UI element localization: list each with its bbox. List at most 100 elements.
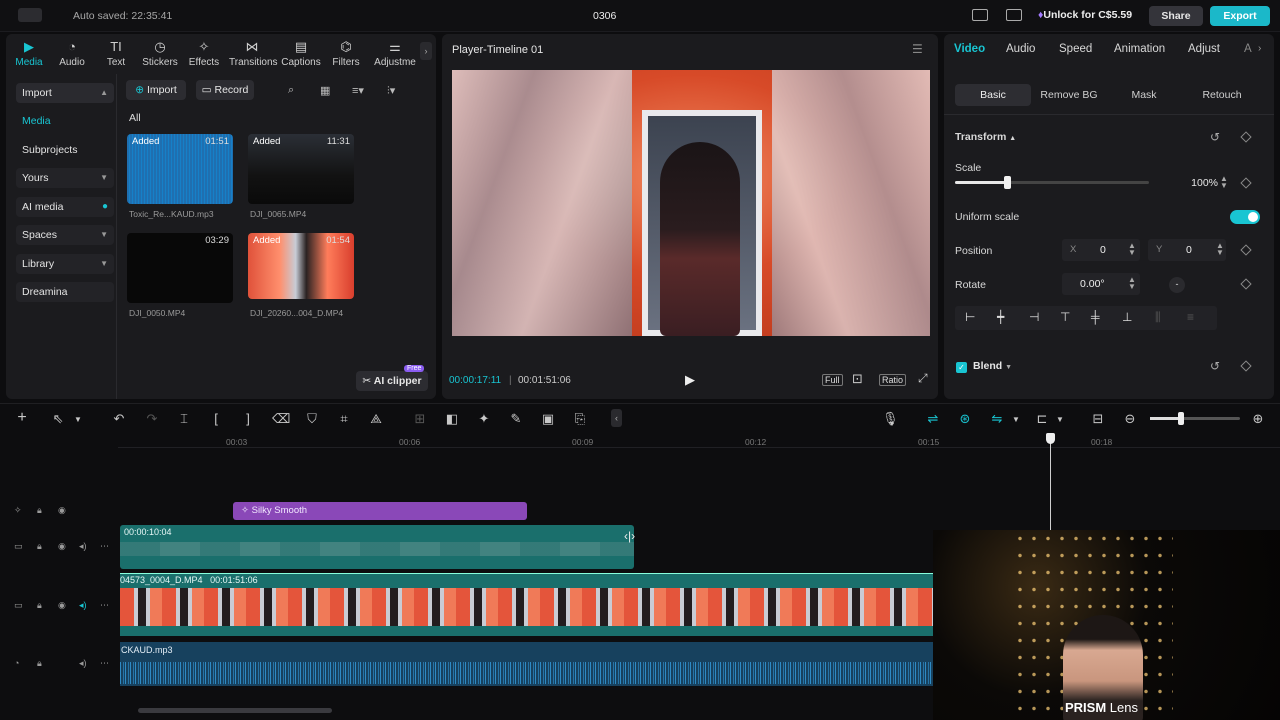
scale-stepper-icon[interactable]: ▲ ▼ xyxy=(1220,175,1228,190)
rotate-stepper-icon[interactable]: ▲ ▼ xyxy=(1128,276,1136,291)
media-clip-thumbnail[interactable]: 03:29 xyxy=(127,233,233,303)
align-bottom-icon[interactable]: ⊥ xyxy=(1122,310,1132,324)
volume-icon[interactable]: ◂) xyxy=(79,541,87,552)
filter-all-tab[interactable]: All xyxy=(129,112,141,124)
link-icon[interactable]: ⇌ xyxy=(925,411,941,427)
tab-adjust[interactable]: Adjust xyxy=(1188,43,1220,55)
lock-icon[interactable]: 🔒︎ xyxy=(37,541,42,552)
delete-icon[interactable]: ⌫ xyxy=(272,411,290,427)
audio-clip[interactable]: CKAUD.mp3 xyxy=(120,642,933,686)
tab-video[interactable]: Video xyxy=(954,43,985,55)
play-icon[interactable]: ▶ xyxy=(685,372,695,388)
y-stepper-icon[interactable]: ▲ ▼ xyxy=(1216,242,1224,257)
playhead-handle[interactable] xyxy=(1046,433,1055,444)
timeline-horizontal-scrollbar[interactable] xyxy=(138,708,332,713)
toolbar-effects[interactable]: ✧ Effects xyxy=(181,39,227,68)
scale-slider-handle[interactable] xyxy=(1004,176,1012,189)
unlock-button[interactable]: ♦Unlock for C$5.59 xyxy=(1038,9,1132,21)
sidebar-item-spaces[interactable]: Spaces ▼ xyxy=(16,225,114,245)
blend-checkbox[interactable]: ✓ xyxy=(956,362,967,373)
caption-tool-icon[interactable]: ▣ xyxy=(540,411,556,427)
add-track-icon[interactable]: + xyxy=(14,409,30,427)
eye-icon[interactable]: ◉ xyxy=(58,541,66,552)
sidebar-item-yours[interactable]: Yours ▼ xyxy=(16,168,114,188)
align-right-icon[interactable]: ⊣ xyxy=(1029,310,1039,324)
rotate-dial[interactable]: - xyxy=(1169,277,1185,293)
x-stepper-icon[interactable]: ▲ ▼ xyxy=(1128,242,1136,257)
layout-icon[interactable] xyxy=(972,9,988,21)
lock-icon[interactable]: 🔒︎ xyxy=(37,505,42,516)
player-menu-icon[interactable]: ☰ xyxy=(912,42,923,56)
split-icon[interactable]: ⌶ xyxy=(176,411,192,427)
magic-icon[interactable]: ✎ xyxy=(508,411,524,427)
eye-icon[interactable]: ◉ xyxy=(58,505,66,516)
full-button[interactable]: Full xyxy=(822,374,843,386)
ai-effect-icon[interactable]: ✦ xyxy=(476,411,492,427)
more-icon[interactable]: ⋯ xyxy=(100,541,109,552)
toolbar-captions[interactable]: ▤ Captions xyxy=(278,39,324,68)
toolbar-media[interactable]: ▶ Media xyxy=(6,39,52,68)
transform-section-title[interactable]: Transform ▲ xyxy=(955,131,1016,143)
tabs-scroll-icon[interactable]: › xyxy=(1258,43,1261,54)
align-left-icon[interactable]: ⊢ xyxy=(965,310,975,324)
lock-icon[interactable]: 🔒︎ xyxy=(37,658,42,669)
project-title[interactable]: 0306 xyxy=(593,10,616,22)
toolbar-text[interactable]: TI Text xyxy=(93,39,139,68)
reset-blend-icon[interactable]: ↺ xyxy=(1210,359,1220,373)
rotate-field[interactable]: 0.00° ▲ ▼ xyxy=(1062,273,1140,295)
fullscreen-icon[interactable]: ⤢ xyxy=(918,371,928,386)
collapse-toolbar-icon[interactable]: ‹ xyxy=(611,409,622,427)
undo-icon[interactable]: ↶ xyxy=(111,411,127,427)
video-preview[interactable] xyxy=(452,70,930,336)
export-button[interactable]: Export xyxy=(1210,6,1270,26)
share-button[interactable]: Share xyxy=(1149,6,1203,26)
align-top-icon[interactable]: ⊤ xyxy=(1060,310,1070,324)
snap-icon[interactable]: ⇋ xyxy=(989,411,1005,427)
align-center-v-icon[interactable]: ╪ xyxy=(1091,310,1100,324)
scale-slider[interactable] xyxy=(955,176,1149,189)
microphone-icon[interactable]: 🎙 xyxy=(882,411,899,427)
toolbar-transitions[interactable]: ⋈ Transitions xyxy=(229,39,278,68)
split-right-icon[interactable]: ] xyxy=(240,411,256,426)
mirror-icon[interactable]: ⟁ xyxy=(368,411,384,427)
chevron-down-icon[interactable]: ▼ xyxy=(1052,415,1068,424)
tab-animation[interactable]: Animation xyxy=(1114,43,1165,55)
subtab-mask[interactable]: Mask xyxy=(1109,84,1179,106)
more-icon[interactable]: ⋯ xyxy=(100,658,109,669)
volume-icon[interactable]: ◂) xyxy=(79,600,87,611)
subtab-remove-bg[interactable]: Remove BG xyxy=(1034,84,1104,106)
reverse-icon[interactable]: ◧ xyxy=(444,411,460,427)
effect-clip[interactable]: ✧ Silky Smooth xyxy=(233,502,527,520)
volume-icon[interactable]: ◂) xyxy=(79,658,87,669)
import-button[interactable]: ⊕ Import xyxy=(126,80,186,100)
crop-icon[interactable]: ⌗ xyxy=(336,411,352,427)
ratio-button[interactable]: Ratio xyxy=(879,374,907,386)
keyframe-icon[interactable] xyxy=(1240,244,1252,256)
zoom-in-icon[interactable]: ⊕ xyxy=(1250,411,1266,427)
export-frame-icon[interactable]: ⎘ xyxy=(572,411,588,427)
keyframe-icon[interactable] xyxy=(1240,131,1252,143)
shortcuts-icon[interactable] xyxy=(1006,9,1022,21)
subtab-retouch[interactable]: Retouch xyxy=(1184,84,1260,106)
chevron-down-icon[interactable]: ▼ xyxy=(70,415,86,424)
record-button[interactable]: ▭ Record xyxy=(196,80,254,100)
scale-value[interactable]: 100% xyxy=(1162,177,1218,189)
preview-axis-icon[interactable]: ⊏ xyxy=(1034,411,1050,427)
toolbar-audio[interactable]: ◔ Audio xyxy=(49,39,95,68)
media-clip-thumbnail[interactable]: Added 01:51 xyxy=(127,134,233,204)
zoom-slider[interactable] xyxy=(1150,412,1240,425)
select-tool-icon[interactable]: ⇖ xyxy=(50,411,66,427)
toolbar-adjustment[interactable]: ⚌ Adjustme xyxy=(370,39,420,68)
filter-icon[interactable]: ⫶▾ xyxy=(387,84,395,98)
align-center-h-icon[interactable]: ┿ xyxy=(997,310,1004,324)
toolbar-filters[interactable]: ⌬ Filters xyxy=(323,39,369,68)
sidebar-item-subprojects[interactable]: Subprojects xyxy=(16,140,114,160)
app-menu-icon[interactable] xyxy=(18,8,42,22)
playhead[interactable] xyxy=(1050,433,1051,531)
blend-section-title[interactable]: Blend ▼ xyxy=(973,360,1012,372)
main-video-clip[interactable]: 04573_0004_D.MP4 00:01:51:06 xyxy=(120,573,933,636)
snapshot-icon[interactable]: ⊡ xyxy=(852,371,863,387)
magnet-icon[interactable]: ⊛ xyxy=(957,411,973,427)
toolbar-scroll-right-icon[interactable]: › xyxy=(420,42,432,60)
lock-icon[interactable]: 🔒︎ xyxy=(37,600,42,611)
